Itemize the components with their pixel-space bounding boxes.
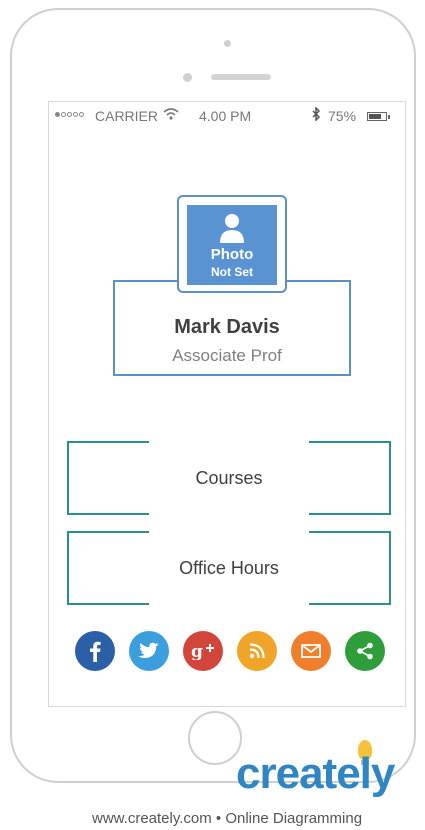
status-time: 4.00 PM: [199, 108, 252, 124]
office-hours-button[interactable]: Office Hours: [67, 531, 391, 605]
wifi-icon: [163, 108, 179, 123]
footer-text: www.creately.com • Online Diagramming: [92, 810, 363, 827]
google-plus-icon[interactable]: g: [183, 631, 223, 671]
home-button[interactable]: [188, 711, 242, 765]
profile-photo[interactable]: Photo Not Set: [177, 195, 287, 293]
front-camera: [224, 40, 231, 47]
email-icon[interactable]: [291, 631, 331, 671]
earpiece-speaker: [211, 74, 271, 80]
rss-icon[interactable]: [237, 631, 277, 671]
creately-logo: creately: [236, 749, 395, 798]
phone-frame: CARRIER 4.00 PM 75% Photo Not Set Mark D: [10, 8, 416, 783]
profile-name: Mark Davis: [174, 316, 280, 338]
twitter-icon[interactable]: [129, 631, 169, 671]
svg-text:g: g: [191, 642, 203, 660]
signal-strength-icon: [55, 112, 84, 117]
photo-sublabel: Not Set: [211, 265, 253, 279]
photo-placeholder: Photo Not Set: [187, 205, 277, 285]
phone-screen: CARRIER 4.00 PM 75% Photo Not Set Mark D: [48, 101, 406, 707]
profile-title: Associate Prof: [172, 346, 282, 365]
carrier-label: CARRIER: [95, 108, 159, 124]
photo-label: Photo: [210, 246, 254, 263]
office-hours-label: Office Hours: [179, 558, 279, 578]
courses-button[interactable]: Courses: [67, 441, 391, 515]
status-bar: CARRIER 4.00 PM 75%: [49, 102, 405, 130]
bluetooth-icon: [311, 106, 321, 124]
battery-icon: [367, 112, 390, 121]
proximity-sensor: [183, 73, 192, 82]
user-icon: [220, 214, 244, 243]
facebook-icon[interactable]: [75, 631, 115, 671]
share-icon[interactable]: [345, 631, 385, 671]
courses-label: Courses: [195, 468, 263, 488]
social-bar: g: [75, 631, 385, 671]
battery-percentage: 75%: [328, 108, 357, 124]
